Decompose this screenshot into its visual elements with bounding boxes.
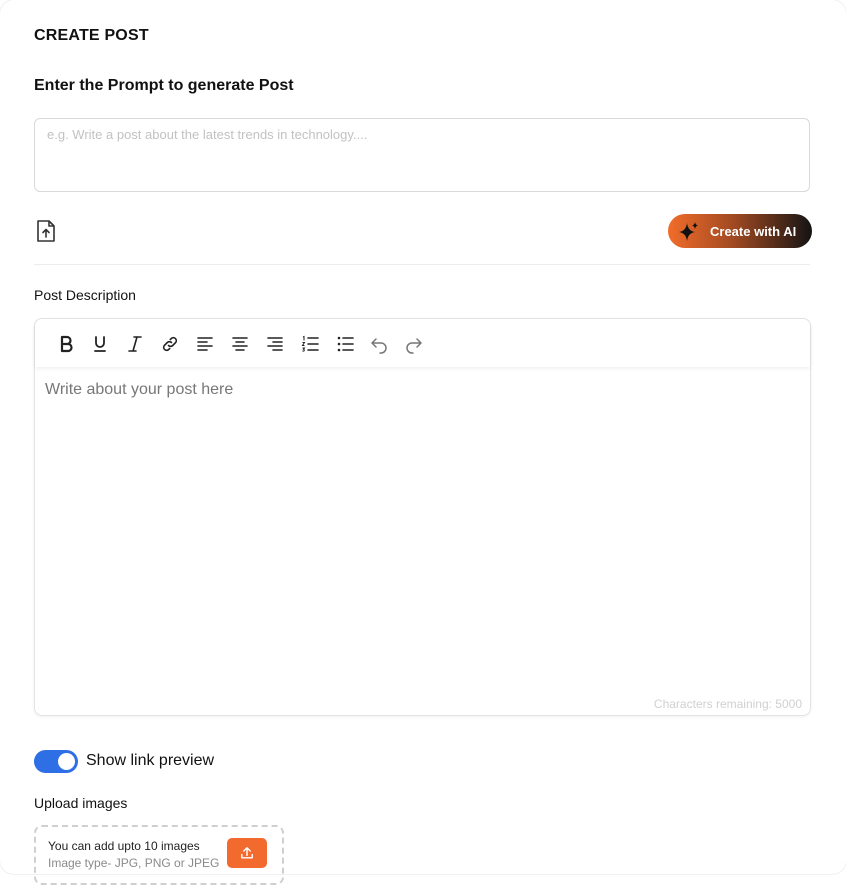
undo-icon[interactable] bbox=[368, 333, 390, 355]
characters-remaining: Characters remaining: 5000 bbox=[653, 697, 802, 711]
create-post-card: CREATE POST Enter the Prompt to generate… bbox=[0, 0, 846, 885]
prompt-field[interactable] bbox=[34, 118, 810, 192]
upload-file-icon[interactable] bbox=[35, 219, 57, 243]
prompt-input[interactable] bbox=[35, 119, 809, 191]
align-right-icon[interactable] bbox=[264, 333, 286, 355]
editor-placeholder[interactable]: Write about your post here bbox=[45, 381, 233, 399]
bold-icon[interactable] bbox=[55, 333, 77, 355]
toggle-knob bbox=[58, 753, 75, 770]
upload-icon bbox=[241, 847, 253, 859]
ordered-list-icon[interactable] bbox=[299, 333, 321, 355]
create-with-ai-button[interactable]: Create with AI bbox=[668, 214, 812, 248]
post-description-label: Post Description bbox=[34, 287, 136, 303]
upload-images-label: Upload images bbox=[34, 795, 128, 811]
rich-text-editor[interactable]: Write about your post here Characters re… bbox=[34, 318, 811, 716]
italic-icon[interactable] bbox=[124, 333, 146, 355]
underline-icon[interactable] bbox=[89, 333, 111, 355]
link-preview-label: Show link preview bbox=[86, 752, 215, 769]
create-with-ai-label: Create with AI bbox=[710, 223, 797, 239]
upload-image-button[interactable] bbox=[227, 838, 267, 868]
editor-toolbar bbox=[35, 319, 810, 367]
link-icon[interactable] bbox=[159, 333, 181, 355]
image-dropzone[interactable]: You can add upto 10 images Image type- J… bbox=[34, 825, 284, 885]
divider bbox=[34, 264, 810, 265]
bullet-list-icon[interactable] bbox=[334, 333, 356, 355]
page-title: CREATE POST bbox=[34, 27, 149, 44]
link-preview-toggle[interactable] bbox=[34, 750, 78, 773]
image-type-hint: Image type- JPG, PNG or JPEG bbox=[48, 856, 220, 870]
align-center-icon[interactable] bbox=[229, 333, 251, 355]
image-limit-hint: You can add upto 10 images bbox=[48, 839, 200, 853]
redo-icon[interactable] bbox=[403, 333, 425, 355]
prompt-label: Enter the Prompt to generate Post bbox=[34, 77, 294, 94]
sparkle-icon bbox=[677, 220, 701, 244]
align-left-icon[interactable] bbox=[194, 333, 216, 355]
